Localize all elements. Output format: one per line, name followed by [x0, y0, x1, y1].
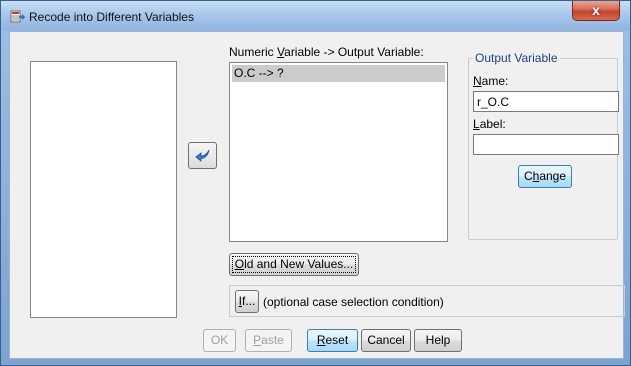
- dialog-body: Numeric Variable -> Output Variable: O.C…: [9, 31, 625, 359]
- name-label: Name:: [473, 74, 509, 88]
- change-button[interactable]: Change: [518, 165, 572, 188]
- paste-button[interactable]: Paste: [245, 329, 292, 352]
- close-icon: x: [592, 2, 600, 18]
- label-field[interactable]: [473, 134, 619, 155]
- source-variable-list[interactable]: [30, 61, 177, 318]
- list-item[interactable]: O.C --> ?: [232, 65, 445, 82]
- dialog-window: Recode into Different Variables x Numeri…: [0, 0, 631, 366]
- arrow-left-icon: [195, 149, 210, 162]
- numeric-variable-list[interactable]: O.C --> ?: [229, 62, 448, 242]
- close-button[interactable]: x: [572, 1, 620, 21]
- recode-icon: [10, 10, 25, 23]
- if-condition-description: (optional case selection condition): [263, 295, 444, 309]
- title-bar[interactable]: Recode into Different Variables x: [1, 1, 630, 31]
- label-label: Label:: [473, 117, 506, 131]
- cancel-button[interactable]: Cancel: [361, 329, 411, 352]
- if-button[interactable]: If...: [235, 290, 259, 313]
- output-variable-group-title: Output Variable: [473, 51, 560, 65]
- window-title: Recode into Different Variables: [29, 10, 194, 24]
- move-variable-button[interactable]: [188, 142, 217, 169]
- name-field[interactable]: r_O.C: [473, 91, 619, 112]
- old-and-new-values-button[interactable]: Old and New Values...: [229, 253, 359, 276]
- reset-button[interactable]: Reset: [307, 329, 358, 352]
- help-button[interactable]: Help: [414, 329, 462, 352]
- ok-button[interactable]: OK: [203, 329, 236, 352]
- numeric-variable-label: Numeric Variable -> Output Variable:: [229, 45, 424, 59]
